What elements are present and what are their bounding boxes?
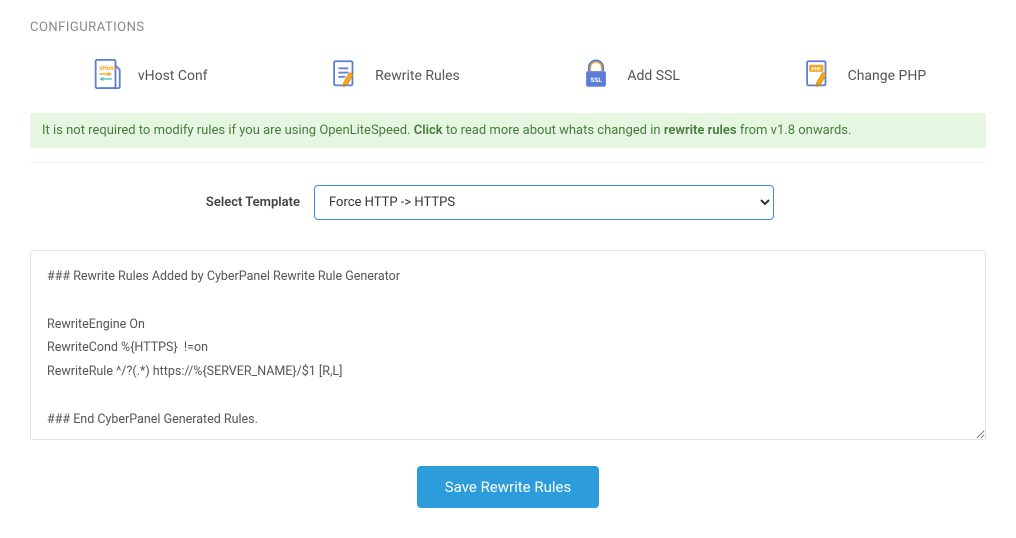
button-row: Save Rewrite Rules (30, 466, 986, 508)
notice-click: Click (414, 123, 443, 138)
config-tabs: vHost vHost Conf Re (30, 57, 986, 95)
tab-rewrite-rules[interactable]: Rewrite Rules (327, 57, 460, 95)
tab-php-label: Change PHP (848, 68, 927, 84)
notice-text-post: from v1.8 onwards. (737, 123, 852, 138)
svg-text:vHost: vHost (99, 64, 117, 72)
rewrite-rules-textarea[interactable] (30, 250, 986, 440)
info-notice[interactable]: It is not required to modify rules if yo… (30, 113, 986, 148)
notice-text-pre: It is not required to modify rules if yo… (42, 123, 414, 138)
php-edit-icon: PHP (800, 57, 834, 95)
save-rewrite-rules-button[interactable]: Save Rewrite Rules (417, 466, 599, 508)
tab-ssl-label: Add SSL (627, 68, 680, 84)
configurations-panel: CONFIGURATIONS vHost vHost Conf (0, 0, 1016, 538)
tab-vhost-label: vHost Conf (138, 68, 208, 84)
vhost-icon: vHost (90, 57, 124, 95)
notice-text-mid: to read more about whats changed in (443, 123, 664, 138)
svg-text:SSL: SSL (591, 76, 603, 84)
tab-change-php[interactable]: PHP Change PHP (800, 57, 927, 95)
template-row: Select Template Force HTTP -> HTTPS (30, 185, 986, 220)
template-select[interactable]: Force HTTP -> HTTPS (314, 185, 774, 220)
tab-rewrite-label: Rewrite Rules (375, 68, 460, 84)
panel-title: CONFIGURATIONS (30, 20, 986, 35)
divider (30, 162, 986, 163)
template-label: Select Template (30, 195, 300, 210)
ssl-lock-icon: SSL (579, 57, 613, 95)
notice-rewrite-rules: rewrite rules (664, 123, 737, 138)
tab-add-ssl[interactable]: SSL Add SSL (579, 57, 680, 95)
tab-vhost-conf[interactable]: vHost vHost Conf (90, 57, 208, 95)
document-edit-icon (327, 57, 361, 95)
svg-text:PHP: PHP (811, 66, 821, 72)
